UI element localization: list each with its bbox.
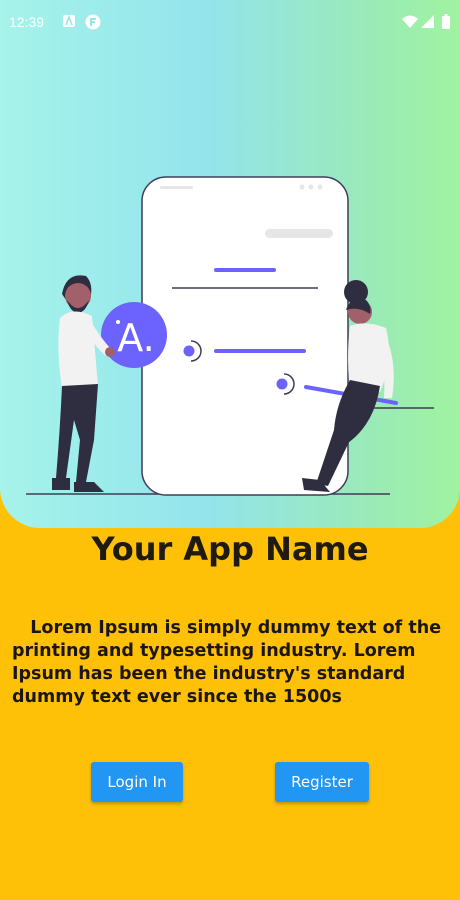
content-line bbox=[214, 268, 276, 272]
phone-mockup bbox=[141, 176, 349, 496]
login-button[interactable]: Login In bbox=[91, 762, 183, 802]
badge-letter: A. bbox=[117, 316, 154, 360]
content-line bbox=[214, 349, 306, 353]
hero-banner: 12:39 A. bbox=[0, 0, 460, 528]
phone-search-bar bbox=[265, 229, 333, 238]
radio-dot bbox=[276, 378, 288, 390]
man-figure bbox=[52, 275, 115, 492]
phone-speaker bbox=[160, 186, 193, 189]
app-description: Lorem Ipsum is simply dummy text of the … bbox=[12, 618, 448, 707]
welcome-illustration: A. bbox=[26, 176, 434, 496]
app-name-title: Your App Name bbox=[91, 530, 369, 568]
register-button[interactable]: Register bbox=[275, 762, 369, 802]
radio-dot bbox=[183, 345, 195, 357]
